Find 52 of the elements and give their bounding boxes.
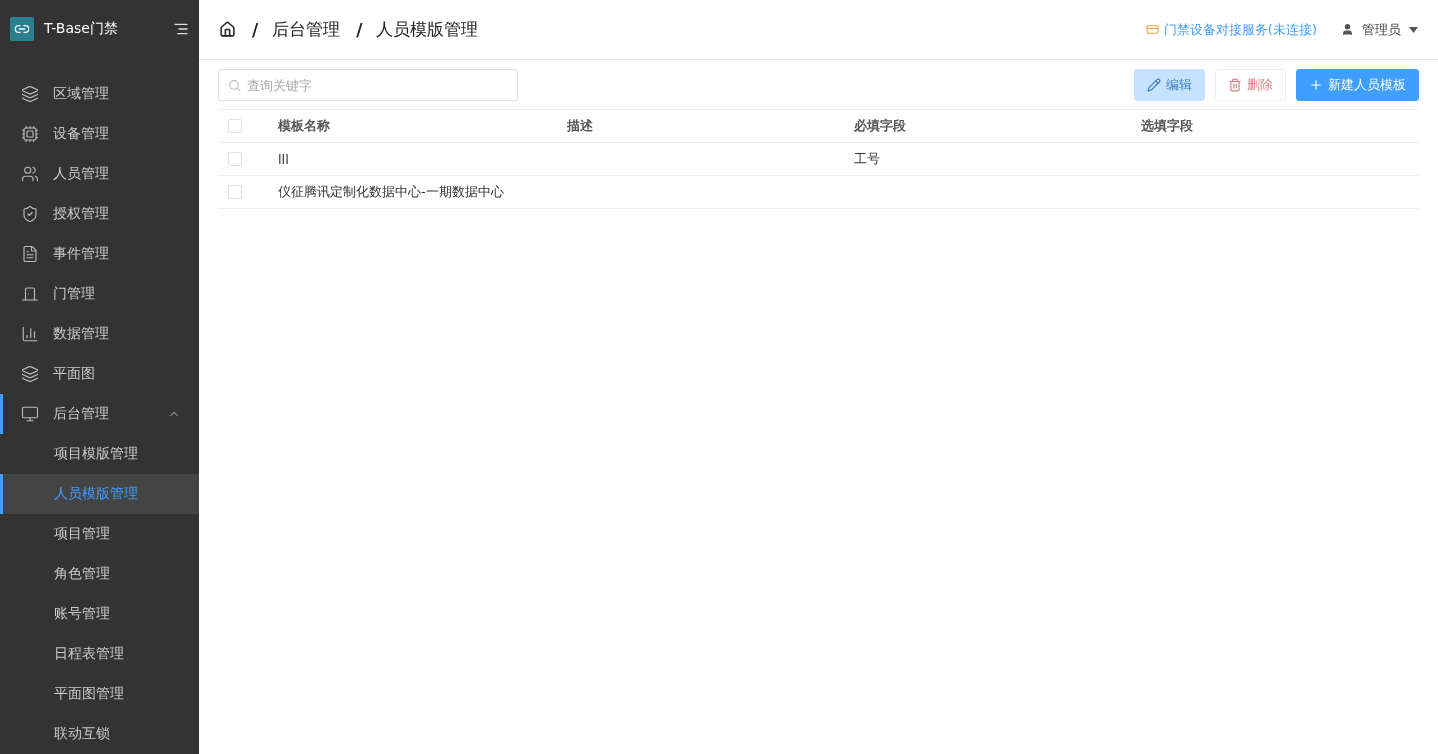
table-cell-text: 工号 <box>854 150 881 168</box>
logo-icon <box>10 16 34 41</box>
submenu-item[interactable]: 联动互锁 <box>0 714 199 754</box>
user-menu[interactable]: 管理员 <box>1341 20 1418 39</box>
submenu-item[interactable]: 项目管理 <box>0 514 199 554</box>
chip-icon <box>21 125 39 143</box>
column-header: 必填字段 <box>854 117 907 135</box>
user-icon <box>1341 23 1354 36</box>
sidebar-item[interactable]: 平面图 <box>0 354 199 394</box>
layers-icon <box>21 365 39 383</box>
search-icon <box>228 79 241 92</box>
table-cell-text: 仪征腾讯定制化数据中心-一期数据中心 <box>278 183 505 201</box>
breadcrumb-separator: / <box>252 19 259 40</box>
submenu-item[interactable]: 人员模版管理 <box>0 474 199 514</box>
column-header: 选填字段 <box>1141 117 1194 135</box>
pencil-icon <box>1147 78 1161 92</box>
trash-icon <box>1228 78 1242 92</box>
document-icon <box>21 245 39 263</box>
checkbox[interactable] <box>228 185 242 199</box>
monitor-icon <box>21 405 39 423</box>
sidebar-item[interactable]: 数据管理 <box>0 314 199 354</box>
sidebar-item[interactable]: 区域管理 <box>0 74 199 114</box>
card-icon <box>1145 23 1159 36</box>
caret-icon <box>1409 26 1418 33</box>
door-icon <box>21 285 39 303</box>
sidebar-item[interactable]: 门管理 <box>0 274 199 314</box>
table-cell-text: lll <box>278 151 290 167</box>
users-icon <box>21 165 39 183</box>
shield-icon <box>21 205 39 223</box>
breadcrumb-item: 人员模版管理 <box>376 18 479 41</box>
home-icon[interactable] <box>219 21 236 38</box>
submenu-item[interactable]: 日程表管理 <box>0 634 199 674</box>
sidebar-item[interactable]: 后台管理 <box>0 394 199 434</box>
checkbox[interactable] <box>228 152 242 166</box>
submenu-item[interactable]: 平面图管理 <box>0 674 199 714</box>
breadcrumb-item[interactable]: 后台管理 <box>272 18 341 41</box>
layers-icon <box>21 85 39 103</box>
plus-icon <box>1309 78 1323 92</box>
checkbox[interactable] <box>228 119 242 133</box>
submenu-item[interactable]: 项目模版管理 <box>0 434 199 474</box>
app-title: T-Base门禁 <box>44 19 119 38</box>
column-header: 描述 <box>567 117 594 135</box>
sidebar-item[interactable]: 授权管理 <box>0 194 199 234</box>
search-field[interactable]: 查询关键字 <box>218 69 518 101</box>
column-header: 模板名称 <box>278 117 331 135</box>
sidebar-item[interactable]: 事件管理 <box>0 234 199 274</box>
submenu-item[interactable]: 账号管理 <box>0 594 199 634</box>
breadcrumb-separator: / <box>356 19 363 40</box>
bar-chart-icon <box>21 325 39 343</box>
sidebar-item[interactable]: 人员管理 <box>0 154 199 194</box>
sidebar-item[interactable]: 设备管理 <box>0 114 199 154</box>
submenu-item[interactable]: 角色管理 <box>0 554 199 594</box>
